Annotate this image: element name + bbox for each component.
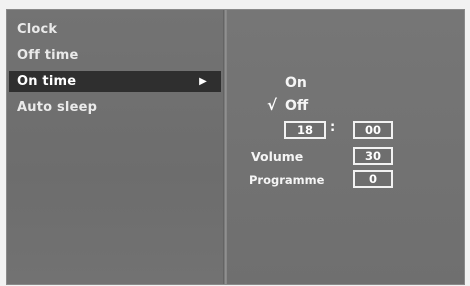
menu-item-auto-sleep[interactable]: Auto sleep <box>9 97 221 118</box>
volume-field[interactable]: 30 <box>353 147 393 165</box>
submenu-arrow-icon: ▶ <box>199 76 207 87</box>
menu-item-label: On time <box>17 74 77 89</box>
menu-item-off-time[interactable]: Off time <box>9 45 221 66</box>
checkmark-icon: √ <box>267 96 278 114</box>
hour-field[interactable]: 18 <box>284 121 326 139</box>
minute-field[interactable]: 00 <box>353 121 393 139</box>
menu-item-label: Clock <box>17 22 58 37</box>
menu-item-label: Off time <box>17 48 79 63</box>
menu-item-label: Auto sleep <box>17 100 98 115</box>
menu-list: Clock Off time On time ▶ Auto sleep <box>7 10 226 284</box>
time-separator: : <box>330 120 336 135</box>
on-time-settings-panel: On √ Off 18 : 00 Volume 30 Programme 0 <box>226 10 464 284</box>
tv-osd-menu: Clock Off time On time ▶ Auto sleep On √… <box>6 9 465 285</box>
menu-item-on-time[interactable]: On time ▶ <box>9 71 221 92</box>
volume-label: Volume <box>251 149 304 164</box>
menu-item-clock[interactable]: Clock <box>9 19 221 40</box>
option-on[interactable]: On <box>285 75 307 91</box>
programme-label: Programme <box>249 173 325 187</box>
programme-field[interactable]: 0 <box>353 170 393 188</box>
option-off[interactable]: Off <box>285 98 308 114</box>
